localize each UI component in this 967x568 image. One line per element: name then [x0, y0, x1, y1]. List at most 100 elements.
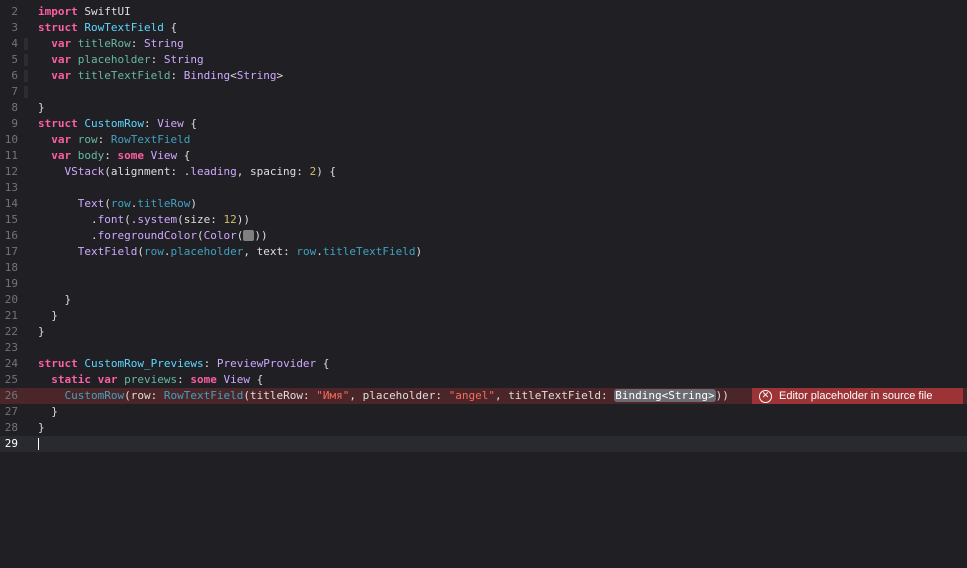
- code-token: :: [170, 69, 184, 82]
- code-text[interactable]: var titleTextField: Binding<String>: [38, 68, 283, 84]
- code-line[interactable]: 28}: [0, 420, 967, 436]
- code-token: (alignment: .: [104, 165, 191, 178]
- error-icon[interactable]: ✕: [759, 389, 772, 403]
- code-token: String: [163, 53, 204, 66]
- code-token: :: [177, 373, 191, 386]
- code-line[interactable]: 13: [0, 180, 967, 196]
- line-number: 7: [11, 85, 18, 98]
- code-token: (row:: [124, 389, 164, 402]
- code-line[interactable]: 20 }: [0, 292, 967, 308]
- code-token: .: [38, 213, 98, 226]
- code-line[interactable]: 3 struct RowTextField {: [0, 20, 967, 36]
- code-line[interactable]: 14 Text(row.titleRow): [0, 196, 967, 212]
- fold-ribbon[interactable]: [24, 54, 28, 66]
- code-text[interactable]: }: [38, 308, 58, 324]
- code-text[interactable]: .foregroundColor(Color()): [38, 228, 268, 244]
- code-text[interactable]: struct RowTextField {: [38, 20, 177, 36]
- code-text[interactable]: }: [38, 420, 45, 436]
- code-token: body: [77, 149, 105, 162]
- code-text[interactable]: Text(row.titleRow): [38, 196, 197, 212]
- code-line[interactable]: 17 TextField(row.placeholder, text: row.…: [0, 244, 967, 260]
- code-line[interactable]: 15 .font(.system(size: 12)): [0, 212, 967, 228]
- code-text[interactable]: }: [38, 324, 45, 340]
- code-text[interactable]: CustomRow(row: RowTextField(titleRow: "И…: [38, 388, 729, 404]
- code-token: <: [230, 69, 237, 82]
- code-token: import: [38, 5, 78, 18]
- code-text[interactable]: var placeholder: String: [38, 52, 204, 68]
- code-text[interactable]: import SwiftUI: [38, 4, 131, 20]
- code-text[interactable]: struct CustomRow_Previews: PreviewProvid…: [38, 356, 329, 372]
- code-line[interactable]: 19: [0, 276, 967, 292]
- code-token: }: [38, 421, 45, 434]
- editor-placeholder-token[interactable]: Binding<String>: [614, 389, 716, 402]
- code-token: }: [38, 405, 58, 418]
- code-token: struct: [38, 357, 78, 370]
- code-token: RowTextField: [163, 389, 244, 402]
- code-token: >: [276, 69, 284, 82]
- code-line[interactable]: 23: [0, 340, 967, 356]
- code-text[interactable]: static var previews: some View {: [38, 372, 263, 388]
- fold-ribbon[interactable]: [24, 38, 28, 50]
- error-badge[interactable]: ✕ Editor placeholder in source file: [752, 388, 963, 404]
- error-message: Editor placeholder in source file: [779, 390, 933, 402]
- line-number: 14: [4, 197, 18, 210]
- code-line[interactable]: 7: [0, 84, 967, 100]
- code-line[interactable]: 24 struct CustomRow_Previews: PreviewProv…: [0, 356, 967, 372]
- code-token: CustomRow: [64, 389, 125, 402]
- code-token: RowTextField: [84, 21, 164, 34]
- fold-ribbon[interactable]: [24, 86, 28, 98]
- code-text[interactable]: }: [38, 404, 58, 420]
- code-line[interactable]: 12 VStack(alignment: .leading, spacing: …: [0, 164, 967, 180]
- code-token: struct: [38, 21, 78, 34]
- code-text[interactable]: var row: RowTextField: [38, 132, 190, 148]
- fold-ribbon[interactable]: [24, 70, 28, 82]
- code-text[interactable]: VStack(alignment: .leading, spacing: 2) …: [38, 164, 337, 180]
- code-line[interactable]: 5 var placeholder: String: [0, 52, 967, 68]
- code-line[interactable]: 21 }: [0, 308, 967, 324]
- code-token: :: [143, 117, 158, 130]
- code-line[interactable]: 27 }: [0, 404, 967, 420]
- code-line-error[interactable]: 26 CustomRow(row: RowTextField(titleRow:…: [0, 388, 967, 404]
- code-token: var: [51, 37, 72, 50]
- code-line[interactable]: 2 import SwiftUI: [0, 4, 967, 20]
- code-line[interactable]: 16 .foregroundColor(Color()): [0, 228, 967, 244]
- color-swatch[interactable]: [243, 230, 255, 241]
- code-token: Color: [203, 229, 237, 242]
- line-number: 29: [4, 437, 18, 450]
- code-text[interactable]: struct CustomRow: View {: [38, 116, 197, 132]
- code-editor[interactable]: 2 import SwiftUI 3 struct RowTextField {4 v…: [0, 0, 967, 568]
- code-text[interactable]: var body: some View {: [38, 148, 190, 164]
- code-line[interactable]: 25 static var previews: some View {: [0, 372, 967, 388]
- code-line-current[interactable]: 29: [0, 436, 967, 452]
- code-line[interactable]: 22}: [0, 324, 967, 340]
- code-line[interactable]: 9 struct CustomRow: View {: [0, 116, 967, 132]
- code-token: CustomRow_Previews: [84, 357, 204, 370]
- line-number: 9: [11, 117, 18, 130]
- code-token: "Имя": [316, 389, 350, 402]
- code-line[interactable]: 4 var titleRow: String: [0, 36, 967, 52]
- code-text[interactable]: .font(.system(size: 12)): [38, 212, 250, 228]
- code-line[interactable]: 11 var body: some View {: [0, 148, 967, 164]
- line-number: 13: [4, 181, 18, 194]
- code-token: (: [236, 229, 244, 242]
- code-text[interactable]: var titleRow: String: [38, 36, 183, 52]
- code-line[interactable]: 6 var titleTextField: Binding<String>: [0, 68, 967, 84]
- code-text[interactable]: TextField(row.placeholder, text: row.tit…: [38, 244, 422, 260]
- code-line[interactable]: 10 var row: RowTextField: [0, 132, 967, 148]
- code-token: font: [97, 213, 125, 226]
- line-number: 19: [4, 277, 18, 290]
- code-text[interactable]: }: [38, 100, 45, 116]
- line-number: 12: [4, 165, 18, 178]
- code-token: {: [249, 373, 264, 386]
- code-text[interactable]: }: [38, 292, 71, 308]
- code-token: system: [137, 213, 178, 226]
- code-line[interactable]: 8}: [0, 100, 967, 116]
- code-token: }: [38, 309, 58, 322]
- code-token: }: [38, 293, 72, 306]
- code-line[interactable]: 18: [0, 260, 967, 276]
